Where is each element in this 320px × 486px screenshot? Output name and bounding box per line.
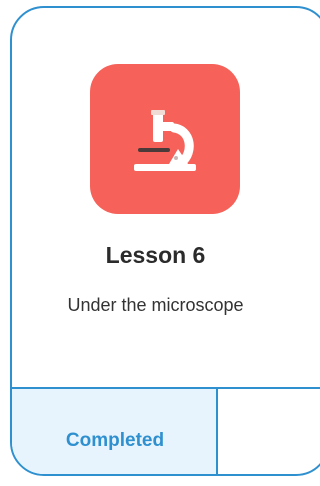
- lesson-subtitle: Under the microscope: [67, 295, 244, 315]
- microscope-icon: [134, 110, 196, 171]
- lesson-card-footer: Completed: [12, 387, 320, 474]
- lesson-title: Lesson 6: [105, 242, 206, 268]
- completed-status-label: Completed: [65, 430, 165, 451]
- lesson-icon-tile: [90, 64, 240, 214]
- status-cell[interactable]: Completed: [12, 389, 218, 474]
- lesson-card[interactable]: Lesson 6 Under the microscope Completed: [10, 6, 320, 476]
